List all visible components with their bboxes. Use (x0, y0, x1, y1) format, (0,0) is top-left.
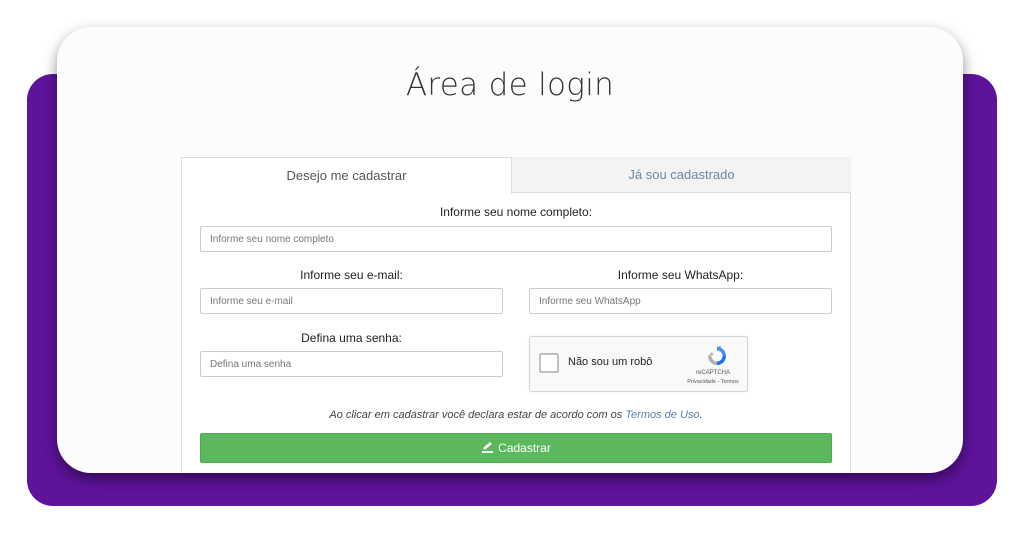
password-label: Defina uma senha: (301, 331, 402, 345)
terms-link[interactable]: Termos de Uso (625, 409, 699, 421)
submit-label: Cadastrar (498, 441, 551, 455)
login-card: Área de login Desejo me cadastrar Já sou… (57, 27, 963, 473)
recaptcha-links[interactable]: Privacidade - Termos (680, 379, 746, 385)
recaptcha-widget: Não sou um robô reCAPTCHA Privacidade - … (529, 336, 748, 392)
page-stage: Área de login Desejo me cadastrar Já sou… (0, 0, 1024, 536)
tab-register[interactable]: Desejo me cadastrar (181, 157, 512, 194)
terms-suffix: . (699, 409, 703, 421)
recaptcha-brand: reCAPTCHA (695, 370, 730, 376)
recaptcha-logo-icon (708, 346, 726, 365)
name-label: Informe seu nome completo: (439, 205, 593, 219)
tab-login[interactable]: Já sou cadastrado (512, 157, 851, 193)
recaptcha-label: Não sou um robô (568, 356, 653, 368)
terms-notice: Ao clicar em cadastrar você declara esta… (182, 409, 850, 421)
email-input[interactable] (200, 288, 503, 314)
page-title: Área de login (405, 67, 615, 103)
email-label: Informe seu e-mail: (300, 268, 403, 282)
register-form: Informe seu nome completo: Informe seu e… (181, 193, 851, 473)
terms-prefix: Ao clicar em cadastrar você declara esta… (329, 409, 626, 421)
password-input[interactable] (200, 351, 503, 377)
tabs-panel: Desejo me cadastrar Já sou cadastrado In… (181, 157, 851, 473)
recaptcha-checkbox[interactable] (539, 353, 559, 373)
edit-icon (482, 442, 494, 454)
name-input[interactable] (200, 226, 832, 252)
whatsapp-label: Informe seu WhatsApp: (617, 268, 744, 282)
whatsapp-input[interactable] (529, 288, 832, 314)
submit-button[interactable]: Cadastrar (200, 433, 832, 463)
